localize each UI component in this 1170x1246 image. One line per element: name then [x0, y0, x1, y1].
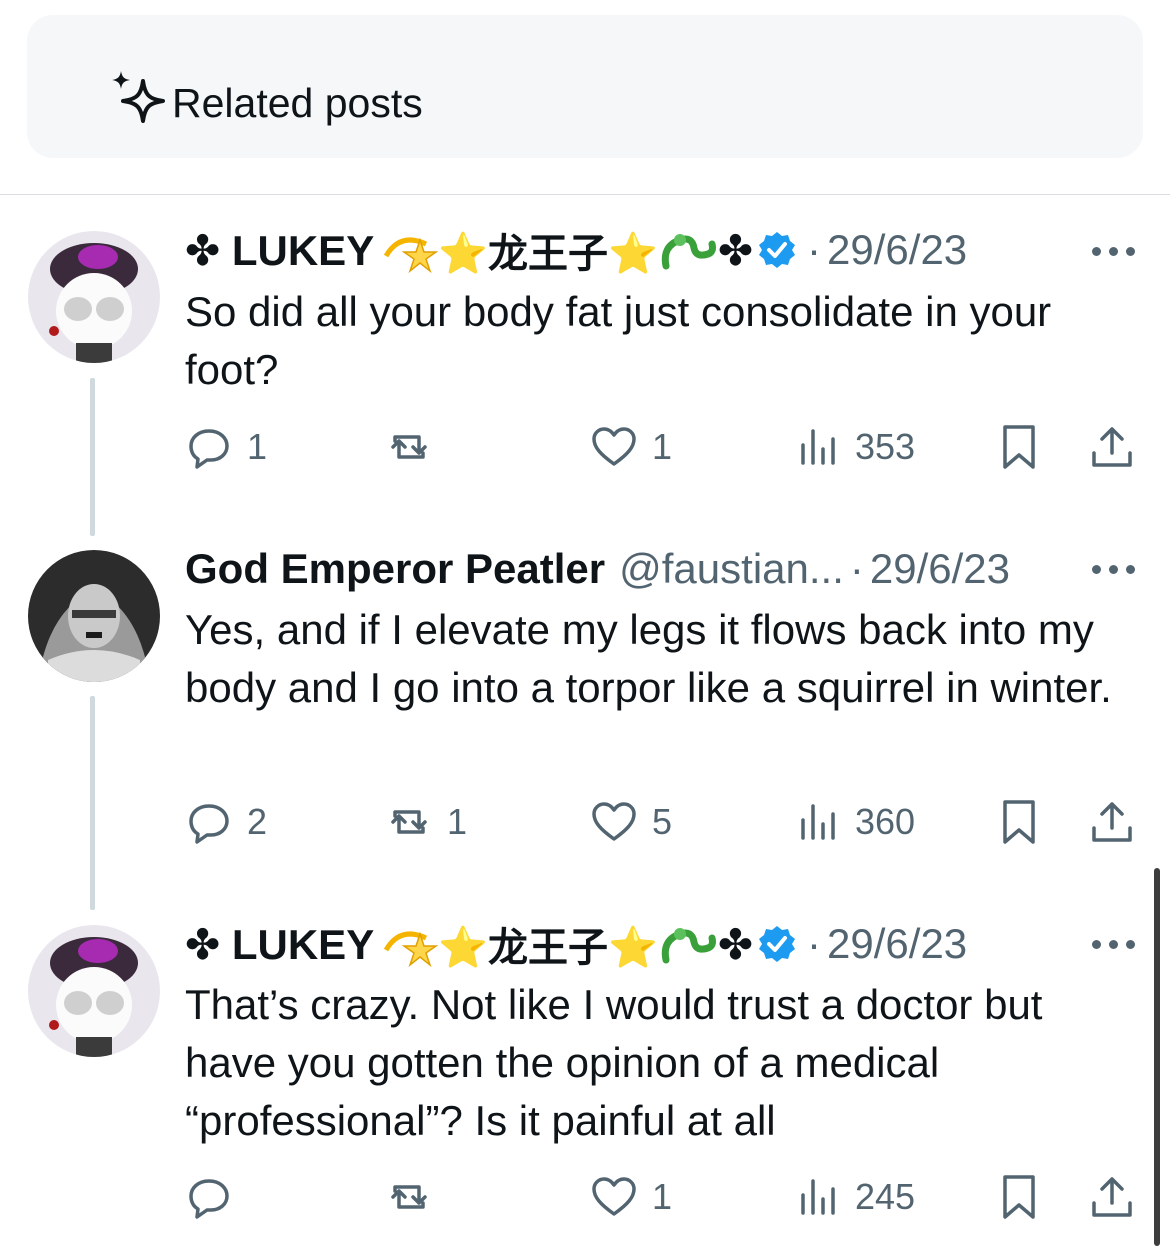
- bookmark-icon: [1003, 1175, 1035, 1219]
- reply-count: 1: [247, 426, 268, 467]
- like-count: 1: [652, 426, 673, 467]
- like-count: 1: [652, 1176, 673, 1217]
- display-name[interactable]: ✤ LUKEY: [185, 226, 374, 275]
- tweet-actions: 1 1 353: [185, 417, 1145, 477]
- more-options-button[interactable]: [1090, 559, 1138, 579]
- views-button[interactable]: 245: [793, 1167, 915, 1227]
- bookmark-icon: [1003, 800, 1035, 844]
- views-button[interactable]: 360: [793, 792, 915, 852]
- section-divider: [0, 194, 1170, 195]
- display-name[interactable]: ✤ LUKEY: [185, 920, 374, 969]
- repost-button[interactable]: [385, 1167, 447, 1227]
- share-icon: [1092, 427, 1132, 467]
- post-date[interactable]: 29/6/23: [870, 545, 1010, 593]
- dragon-icon: [661, 234, 716, 270]
- bookmark-button[interactable]: [995, 417, 1043, 477]
- reply-button[interactable]: 2: [185, 792, 267, 852]
- avatar-lukey-image: [28, 231, 160, 363]
- bookmark-icon: [1003, 425, 1035, 469]
- tweet-text: Yes, and if I elevate my legs it flows b…: [185, 606, 1112, 711]
- related-posts-label-wrap: Related posts: [27, 15, 1143, 158]
- name-decoration: ⭐龙王子⭐ ✤: [380, 915, 753, 973]
- view-count: 353: [855, 426, 916, 467]
- user-handle[interactable]: @faustian...: [619, 545, 844, 593]
- club-glyph: ✤: [717, 226, 754, 274]
- reply-button[interactable]: [185, 1167, 247, 1227]
- repost-button[interactable]: [385, 417, 447, 477]
- display-name[interactable]: God Emperor Peatler: [185, 545, 605, 593]
- tweet-header: God Emperor Peatler @faustian... · 29/6/…: [185, 541, 1010, 597]
- repost-icon: [391, 435, 427, 459]
- views-icon: [801, 804, 835, 840]
- share-button[interactable]: [1088, 1167, 1136, 1227]
- like-count: 5: [652, 801, 673, 842]
- repost-icon: [391, 1185, 427, 1209]
- dizzy-star-icon: [384, 237, 439, 274]
- tweet-actions: 2 1 5 360: [185, 792, 1145, 852]
- repost-count: 1: [447, 801, 468, 842]
- tweet-text: So did all your body fat just consolidat…: [185, 288, 1052, 393]
- tweet-header: ✤ LUKEY ⭐龙王子⭐ ✤ · 29/6/23: [185, 916, 967, 972]
- club-glyph: ✤: [717, 920, 754, 968]
- thread-line: [90, 378, 95, 536]
- like-button[interactable]: 1: [590, 1167, 672, 1227]
- like-button[interactable]: 1: [590, 417, 672, 477]
- dragon-icon: [661, 928, 716, 964]
- dizzy-star-icon: [384, 931, 439, 968]
- share-button[interactable]: [1088, 417, 1136, 477]
- avatar-peatler[interactable]: [28, 550, 160, 682]
- heart-icon: [592, 427, 636, 466]
- share-button[interactable]: [1088, 792, 1136, 852]
- share-icon: [1092, 802, 1132, 842]
- separator-dot: ·: [807, 226, 822, 273]
- views-icon: [801, 429, 835, 465]
- scrollbar[interactable]: [1154, 868, 1160, 1246]
- reply-icon: [189, 429, 229, 469]
- reply-icon: [189, 1179, 229, 1219]
- repost-button[interactable]: 1: [385, 792, 467, 852]
- avatar-lukey[interactable]: [28, 925, 160, 1057]
- name-suffix: ⭐龙王子⭐: [438, 232, 658, 276]
- heart-icon: [592, 1177, 636, 1216]
- more-options-button[interactable]: [1090, 241, 1138, 261]
- repost-icon: [391, 810, 427, 834]
- share-icon: [1092, 1177, 1132, 1217]
- bookmark-button[interactable]: [995, 792, 1043, 852]
- avatar-peatler-image: [28, 550, 160, 682]
- reply-icon: [189, 804, 229, 844]
- reply-count: 2: [247, 801, 268, 842]
- avatar-lukey-image: [28, 925, 160, 1057]
- name-suffix: ⭐龙王子⭐: [438, 926, 658, 970]
- separator-dot: ·: [807, 920, 822, 967]
- tweet-text: That’s crazy. Not like I would trust a d…: [185, 981, 1043, 1144]
- thread-line: [90, 696, 95, 910]
- tweet-header: ✤ LUKEY ⭐龙王子⭐ ✤ · 29/6/23: [185, 222, 967, 278]
- tweet-actions: 1 245: [185, 1167, 1145, 1227]
- more-options-button[interactable]: [1090, 934, 1138, 954]
- views-button[interactable]: 353: [793, 417, 915, 477]
- post-date[interactable]: 29/6/23: [827, 920, 967, 968]
- like-button[interactable]: 5: [590, 792, 672, 852]
- avatar-lukey[interactable]: [28, 231, 160, 363]
- post-date[interactable]: 29/6/23: [827, 226, 967, 274]
- related-posts-label: Related posts: [172, 80, 423, 126]
- name-decoration: ⭐龙王子⭐ ✤: [380, 221, 753, 279]
- view-count: 360: [855, 801, 916, 842]
- heart-icon: [592, 802, 636, 841]
- bookmark-button[interactable]: [995, 1167, 1043, 1227]
- reply-button[interactable]: 1: [185, 417, 267, 477]
- views-icon: [801, 1179, 835, 1215]
- verified-badge-icon[interactable]: [757, 924, 797, 964]
- verified-badge-icon[interactable]: [757, 230, 797, 270]
- separator-dot: ·: [849, 545, 864, 592]
- view-count: 245: [855, 1176, 916, 1217]
